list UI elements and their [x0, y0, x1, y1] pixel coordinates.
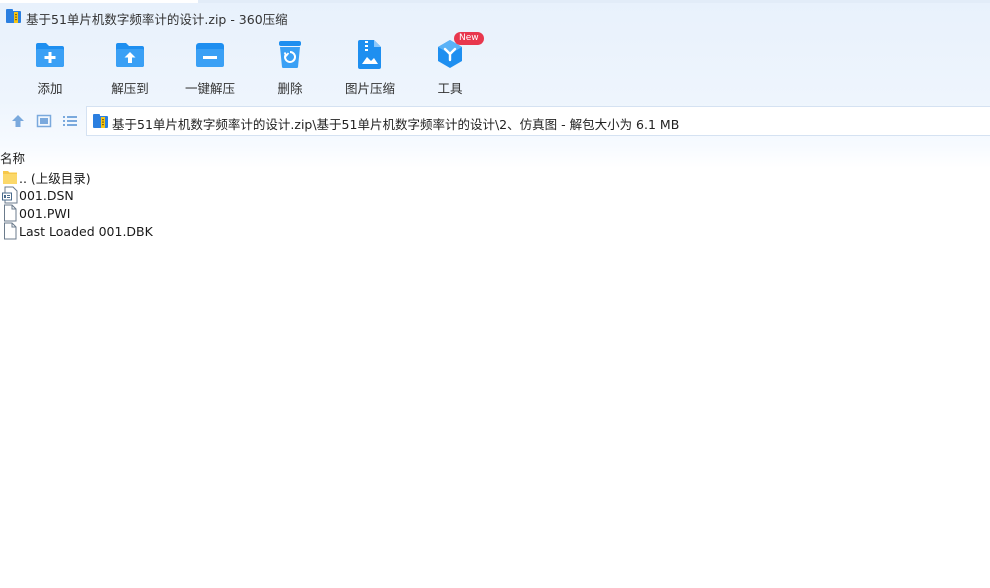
file-list: .. (上级目录) 001.DSN 001.PWI Last Loaded 00… — [0, 168, 990, 240]
zip-archive-icon — [93, 114, 108, 128]
extract-to-icon — [116, 43, 144, 67]
one-click-extract-label: 一键解压 — [184, 81, 235, 96]
up-arrow-icon[interactable] — [10, 113, 26, 129]
list-view-icon[interactable] — [62, 113, 78, 129]
file-icon — [4, 222, 17, 240]
file-icon — [4, 204, 17, 222]
folder-icon — [3, 171, 17, 184]
dsn-file-icon — [2, 186, 18, 204]
list-item-file[interactable]: 001.DSN — [0, 186, 990, 204]
extract-to-label: 解压到 — [111, 81, 149, 96]
window-title: 基于51单片机数字频率计的设计.zip - 360压缩 — [26, 12, 288, 27]
new-badge: New — [454, 32, 484, 45]
image-compress-button[interactable]: 图片压缩 — [330, 38, 410, 98]
address-bar: 基于51单片机数字频率计的设计.zip\基于51单片机数字频率计的设计\2、仿真… — [0, 106, 990, 136]
column-header-name[interactable]: 名称 — [0, 148, 25, 167]
top-strip — [0, 0, 990, 3]
add-label: 添加 — [37, 81, 63, 96]
extract-to-button[interactable]: 解压到 — [90, 38, 170, 98]
image-compress-icon — [358, 40, 381, 69]
thumbnail-view-icon[interactable] — [36, 113, 52, 129]
delete-button[interactable]: 删除 — [250, 38, 330, 98]
list-item-parent-dir[interactable]: .. (上级目录) — [0, 168, 990, 186]
image-compress-label: 图片压缩 — [344, 81, 395, 96]
file-name: 001.DSN — [19, 187, 74, 203]
delete-label: 删除 — [277, 81, 303, 96]
app-window: 基于51单片机数字频率计的设计.zip - 360压缩 添加 解压到 一键解压 … — [0, 0, 990, 588]
add-folder-icon — [36, 43, 64, 67]
list-item-file[interactable]: 001.PWI — [0, 204, 990, 222]
one-click-extract-icon — [196, 43, 224, 67]
one-click-extract-button[interactable]: 一键解压 — [170, 38, 250, 98]
title-bar: 基于51单片机数字频率计的设计.zip - 360压缩 — [0, 6, 990, 27]
tools-label: 工具 — [437, 81, 463, 96]
file-name: 001.PWI — [19, 205, 71, 221]
file-name: .. (上级目录) — [19, 170, 91, 186]
path-text: 基于51单片机数字频率计的设计.zip\基于51单片机数字频率计的设计\2、仿真… — [112, 117, 680, 132]
zip-archive-icon — [6, 9, 21, 23]
list-item-file[interactable]: Last Loaded 001.DBK — [0, 222, 990, 240]
toolbar: 添加 解压到 一键解压 删除 图片压缩 工具 — [0, 38, 990, 100]
tools-button[interactable]: 工具 — [410, 38, 490, 98]
delete-icon — [279, 41, 301, 68]
file-name: Last Loaded 001.DBK — [19, 223, 153, 239]
path-field[interactable]: 基于51单片机数字频率计的设计.zip\基于51单片机数字频率计的设计\2、仿真… — [86, 106, 990, 136]
add-button[interactable]: 添加 — [10, 38, 90, 98]
